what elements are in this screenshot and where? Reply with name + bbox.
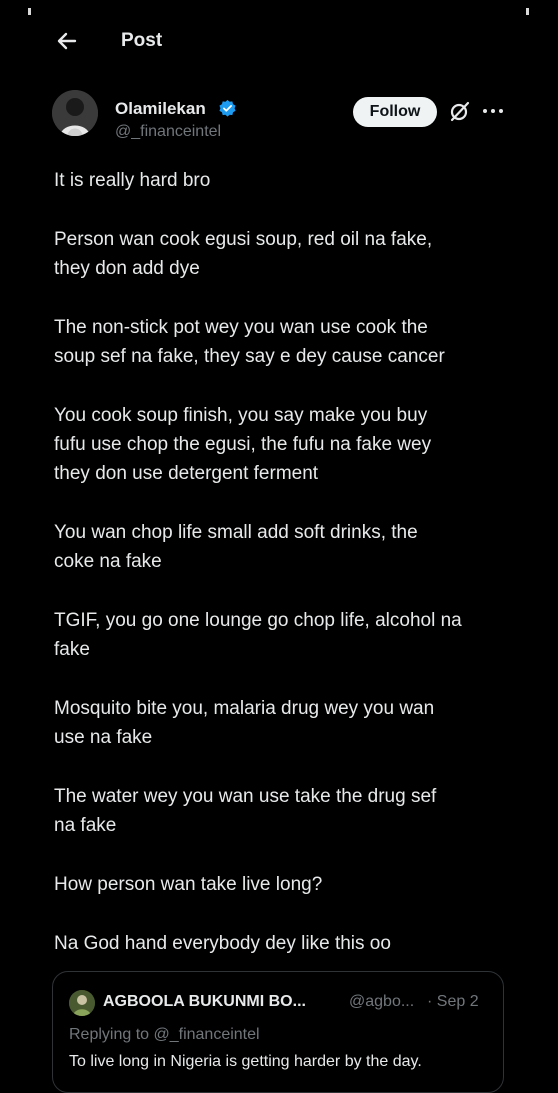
back-button[interactable] — [54, 28, 80, 54]
arrow-left-icon — [57, 32, 77, 50]
screenshot-corner-right — [526, 8, 529, 15]
screenshot-corner-left — [28, 8, 31, 15]
author-avatar[interactable] — [52, 90, 98, 136]
tweet-paragraph: The water wey you wan use take the drug … — [54, 786, 437, 836]
more-options-button[interactable] — [481, 104, 505, 118]
quoted-author-avatar — [69, 990, 95, 1016]
author-name[interactable]: Olamilekan — [115, 99, 206, 119]
author-handle[interactable]: @_financeintel — [115, 123, 221, 141]
verified-badge-icon — [219, 99, 236, 117]
tweet-paragraph: It is really hard bro — [54, 170, 211, 191]
replying-to-label: Replying to @_financeintel — [69, 1026, 260, 1043]
tweet-paragraph: The non-stick pot wey you wan use cook t… — [54, 317, 445, 367]
tweet-paragraph: Na God hand everybody dey like this oo — [54, 933, 391, 954]
page-title: Post — [121, 30, 163, 51]
tweet-body: It is really hard bro Person wan cook eg… — [54, 166, 514, 988]
quoted-author-handle: @agbo... — [349, 993, 415, 1010]
tweet-paragraph: You cook soup finish, you say make you b… — [54, 405, 432, 484]
top-bar: Post — [32, 8, 526, 72]
tweet-paragraph: Person wan cook egusi soup, red oil na f… — [54, 229, 433, 279]
grok-button[interactable] — [449, 100, 471, 122]
avatar-image — [69, 990, 95, 1016]
tweet-paragraph: You wan chop life small add soft drinks,… — [54, 522, 418, 572]
post-view: Post Olamilekan @_financeintel Follow It… — [32, 8, 526, 1093]
quoted-author-name: AGBOOLA BUKUNMI BO... — [103, 993, 306, 1010]
quoted-tweet-date: · Sep 2 — [427, 993, 479, 1010]
ellipsis-icon — [483, 109, 503, 113]
slashed-circle-icon — [450, 101, 470, 122]
tweet-paragraph: How person wan take live long? — [54, 874, 323, 895]
follow-button[interactable]: Follow — [353, 97, 437, 127]
tweet-paragraph: TGIF, you go one lounge go chop life, al… — [54, 610, 462, 660]
avatar-image — [52, 90, 98, 136]
quoted-tweet-text: To live long in Nigeria is getting harde… — [69, 1053, 422, 1070]
quoted-tweet-card[interactable]: AGBOOLA BUKUNMI BO... @agbo... · Sep 2 R… — [52, 971, 504, 1093]
tweet-paragraph: Mosquito bite you, malaria drug wey you … — [54, 698, 435, 748]
